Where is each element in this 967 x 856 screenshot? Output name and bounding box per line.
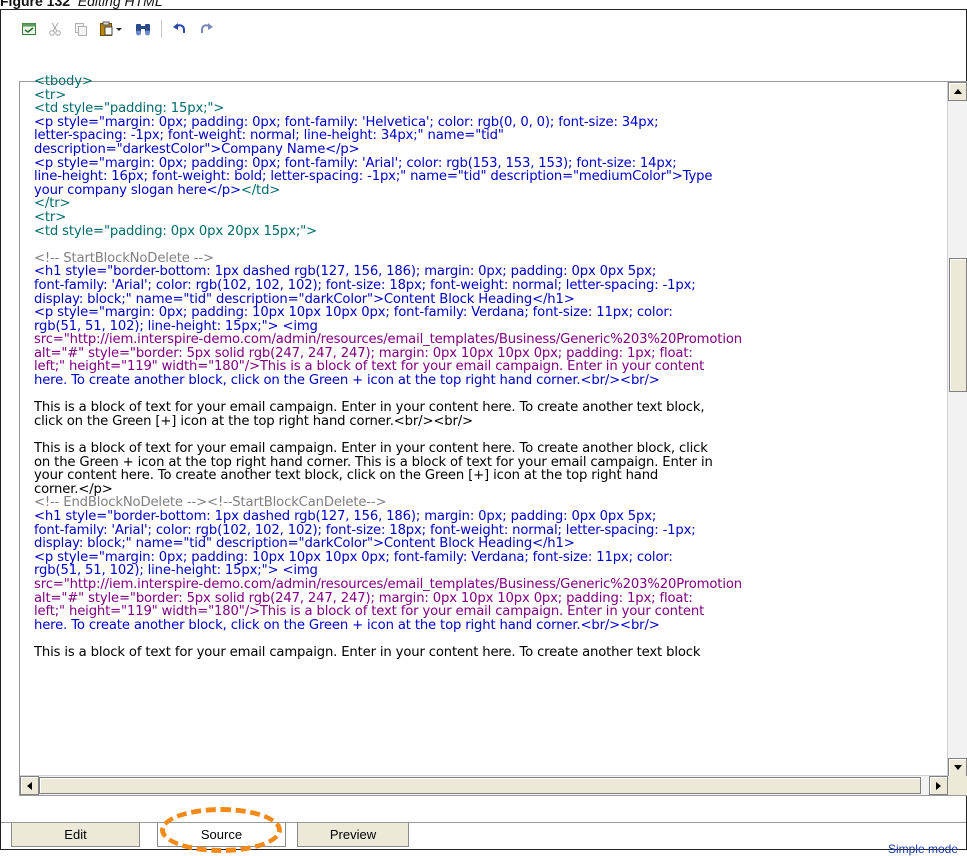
code-line: font-family: 'Arial'; color: rgb(102, 10… [34, 523, 942, 538]
code-line: your company slogan here</p></td> [34, 182, 942, 198]
code-line-text: here. To create another block, click on … [34, 617, 660, 633]
code-line: This is a block of text for your email c… [34, 401, 942, 415]
code-line: <tr> [34, 211, 942, 225]
scroll-left-button[interactable] [20, 776, 39, 795]
tab-preview[interactable]: Preview [297, 823, 409, 847]
tab-edit[interactable]: Edit [11, 823, 140, 847]
code-line: here. To create another block, click on … [34, 617, 942, 633]
code-line: left;" height="119" width="180"/>This is… [34, 360, 942, 374]
code-line: alt="#" style="border: 5px solid rgb(247… [34, 347, 942, 361]
code-line: corner.</p> [34, 483, 942, 497]
code-line: click on the Green [+] icon at the top r… [34, 415, 942, 429]
editor-toolbar [19, 18, 222, 40]
html-editor-window: <tbody> <tr> <td style="padding: 15px;"> <p… [0, 9, 967, 856]
code-line: here. To create another block, click on … [34, 374, 942, 388]
code-line: <td style="padding: 15px;"> [34, 102, 942, 116]
code-line: <p style="margin: 0px; padding: 0px; fon… [34, 115, 942, 130]
code-line: left;" height="119" width="180"/>This is… [34, 605, 942, 619]
scroll-right-button[interactable] [929, 776, 948, 795]
horizontal-scroll-thumb[interactable] [39, 777, 921, 794]
paste-icon[interactable] [97, 19, 127, 39]
code-line: <!-- EndBlockNoDelete --><!--StartBlockC… [34, 496, 942, 510]
code-line-text: This is a block of text for your email c… [34, 644, 701, 660]
tab-source[interactable]: Source [157, 823, 286, 847]
source-code-text[interactable]: <tbody> <tr> <td style="padding: 15px;"> <p… [34, 75, 942, 751]
source-toggle-icon[interactable] [19, 19, 39, 39]
code-line: <!-- StartBlockNoDelete --> [34, 251, 942, 266]
code-line-text: here. To create another block, click on … [34, 373, 660, 389]
code-line: <p style="margin: 0px; padding: 0px; fon… [34, 156, 942, 171]
code-line: This is a block of text for your email c… [34, 442, 942, 456]
arrow-up-icon [953, 89, 962, 94]
arrow-right-icon [936, 781, 941, 790]
code-line: <tr> [34, 88, 942, 103]
code-line: alt="#" style="border: 5px solid rgb(247… [34, 591, 942, 606]
code-line: rgb(51, 51, 102); line-height: 15px;"> <… [34, 319, 942, 334]
tab-preview-label: Preview [329, 827, 377, 842]
simple-mode-link[interactable]: Simple mode [888, 842, 958, 856]
code-line: <p style="margin: 0px; padding: 10px 10p… [34, 306, 942, 320]
scrollbar-corner [948, 776, 967, 795]
code-line: </tr> [34, 197, 942, 211]
code-line: <p style="margin: 0px; padding: 10px 10p… [34, 550, 942, 565]
code-line-text: click on the Green [+] icon at the top r… [34, 413, 473, 429]
tab-edit-label: Edit [64, 827, 87, 842]
code-line: display: block;" name="tid" description=… [34, 537, 942, 551]
vertical-scroll-thumb[interactable] [949, 258, 967, 392]
figure-title: Editing HTML [77, 0, 163, 9]
code-line: src="http://iem.interspire-demo.com/admi… [34, 578, 942, 592]
find-icon[interactable] [133, 19, 153, 39]
code-line: letter-spacing: -1px; font-weight: norma… [34, 129, 942, 143]
code-line: src="http://iem.interspire-demo.com/admi… [34, 333, 942, 347]
code-line: your content here. To create another tex… [34, 469, 942, 483]
toolbar-separator [161, 20, 162, 38]
copy-icon[interactable] [71, 19, 91, 39]
code-line: on the Green + icon at the top right han… [34, 455, 942, 470]
code-line: <h1 style="border-bottom: 1px dashed rgb… [34, 510, 942, 524]
scroll-down-button[interactable] [948, 758, 967, 777]
source-code-area[interactable]: <tbody> <tr> <td style="padding: 15px;"> <p… [19, 75, 967, 796]
redo-icon[interactable] [196, 19, 216, 39]
horizontal-scrollbar[interactable] [20, 775, 948, 795]
code-line-tag: </td> [240, 182, 281, 198]
code-line: <td style="padding: 0px 0px 20px 15px;"> [34, 223, 942, 239]
code-line: <h1 style="border-bottom: 1px dashed rgb… [34, 265, 942, 279]
tab-source-label: Source [200, 827, 243, 842]
vertical-scrollbar[interactable] [947, 82, 967, 777]
code-line: line-height: 16px; font-weight: bold; le… [34, 170, 942, 184]
figure-number: Figure 132 [0, 0, 71, 9]
code-line-text: <td style="padding: 0px 0px 20px 15px;"> [34, 223, 317, 239]
undo-icon[interactable] [170, 19, 190, 39]
code-line: font-family: 'Arial'; color: rgb(102, 10… [34, 279, 942, 293]
cut-icon[interactable] [45, 19, 65, 39]
code-line: <tbody> [34, 75, 942, 89]
code-line: rgb(51, 51, 102); line-height: 15px;"> <… [34, 564, 942, 578]
code-line-text: your content here. To create another tex… [34, 468, 659, 484]
code-line: description="darkestColor">Company Name<… [34, 143, 942, 157]
figure-caption: Figure 132 Editing HTML [0, 0, 163, 9]
code-line: display: block;" name="tid" description=… [34, 292, 942, 307]
code-line: This is a block of text for your email c… [34, 646, 942, 660]
arrow-down-icon [953, 765, 962, 770]
arrow-left-icon [27, 781, 32, 790]
scroll-up-button[interactable] [948, 82, 967, 101]
editor-mode-tabs: Edit Source Preview Simple mode [1, 822, 966, 856]
